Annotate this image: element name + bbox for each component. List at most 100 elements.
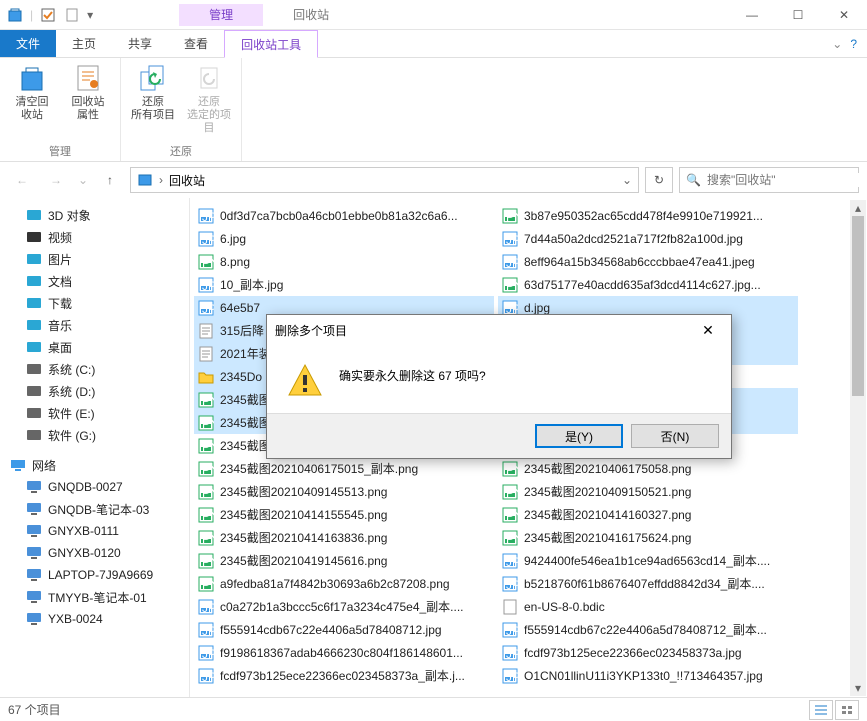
tree-network[interactable]: 网络 [0, 454, 189, 476]
file-name: 2345截图20210414163836.png [220, 529, 388, 546]
dialog-close-button[interactable]: ✕ [693, 322, 723, 339]
tree-item[interactable]: 视频 [0, 226, 189, 248]
tree-item[interactable]: 系统 (C:) [0, 358, 189, 380]
file-item[interactable]: PNG2345截图20210414163836.png [194, 526, 494, 549]
svg-text:JPG: JPG [506, 670, 518, 684]
computer-icon [26, 479, 42, 495]
minimize-button[interactable]: — [729, 0, 775, 30]
file-item[interactable]: JPG10_副本.jpg [194, 273, 494, 296]
close-button[interactable]: ✕ [821, 0, 867, 30]
tab-file[interactable]: 文件 [0, 30, 56, 57]
tree-item[interactable]: 图片 [0, 248, 189, 270]
file-item[interactable]: JPG0df3d7ca7bcb0a46cb01ebbe0b81a32c6a6..… [194, 204, 494, 227]
address-dropdown-icon[interactable]: ⌄ [622, 173, 632, 187]
png-icon: PNG [198, 415, 214, 431]
breadcrumb[interactable]: 回收站 [169, 172, 205, 189]
empty-recycle-button[interactable]: 清空回 收站 [8, 62, 56, 141]
tree-item[interactable]: 桌面 [0, 336, 189, 358]
file-item[interactable]: JPGc0a272b1a3bccc5c6f17a3234c475e4_副本...… [194, 595, 494, 618]
file-item[interactable]: JPGO1CN01llinU11i3YKP133t0_!!713464357.j… [498, 664, 798, 687]
file-name: fcdf973b125ece22366ec023458373a_副本.j... [220, 667, 465, 684]
tree-item[interactable]: 音乐 [0, 314, 189, 336]
file-item[interactable]: JPGf555914cdb67c22e4406a5d78408712_副本... [498, 618, 798, 641]
dialog-yes-button[interactable]: 是(Y) [535, 424, 623, 448]
file-item[interactable]: JPG8eff964a15b34568ab6cccbbae47ea41.jpeg [498, 250, 798, 273]
checkbox-icon[interactable] [39, 6, 57, 24]
tab-share[interactable]: 共享 [112, 30, 168, 57]
file-item[interactable]: JPGb5218760f61b8676407effdd8842d34_副本...… [498, 572, 798, 595]
view-large-icons-button[interactable] [835, 700, 859, 720]
tree-computer-item[interactable]: YXB-0024 [0, 608, 189, 630]
file-item[interactable]: PNG2345截图20210406175015_副本.png [194, 457, 494, 480]
recycle-properties-button[interactable]: 回收站 属性 [64, 62, 112, 141]
tree-item[interactable]: 文档 [0, 270, 189, 292]
tree-computer-item[interactable]: GNQDB-0027 [0, 476, 189, 498]
tree-item-label: 网络 [32, 457, 56, 474]
view-details-button[interactable] [809, 700, 833, 720]
tree-item[interactable]: 下载 [0, 292, 189, 314]
tree-computer-item[interactable]: LAPTOP-7J9A9669 [0, 564, 189, 586]
nav-back-button[interactable]: ← [8, 166, 36, 194]
file-item[interactable]: PNG2345截图20210416175624.png [498, 526, 798, 549]
address-bar[interactable]: › 回收站 ⌄ [130, 167, 639, 193]
navigation-tree[interactable]: 3D 对象视频图片文档下载音乐桌面系统 (C:)系统 (D:)软件 (E:)软件… [0, 198, 190, 697]
file-item[interactable]: JPG9424400fe546ea1b1ce94ad6563cd14_副本...… [498, 549, 798, 572]
search-input[interactable] [707, 173, 862, 187]
tree-item[interactable]: 软件 (E:) [0, 402, 189, 424]
file-item[interactable]: JPGfcdf973b125ece22366ec023458373a_副本.j.… [194, 664, 494, 687]
file-item[interactable]: PNGa9fedba81a7f4842b30693a6b2c87208.png [194, 572, 494, 595]
restore-all-button[interactable]: 还原 所有项目 [129, 62, 177, 141]
search-box[interactable]: 🔍 [679, 167, 859, 193]
file-item[interactable]: JPG6.jpg [194, 227, 494, 250]
folder-icon [26, 361, 42, 377]
file-item[interactable]: PNG2345截图20210414160327.png [498, 503, 798, 526]
tree-item[interactable]: 系统 (D:) [0, 380, 189, 402]
tab-view[interactable]: 查看 [168, 30, 224, 57]
file-item[interactable]: JPG7d44a50a2dcd2521a717f2fb82a100d.jpg [498, 227, 798, 250]
file-item[interactable]: PNG8.png [194, 250, 494, 273]
restore-selected-button[interactable]: 还原 选定的项目 [185, 62, 233, 141]
tree-item[interactable]: 3D 对象 [0, 204, 189, 226]
scroll-thumb[interactable] [852, 216, 864, 396]
file-item[interactable]: JPGf555914cdb67c22e4406a5d78408712.jpg [194, 618, 494, 641]
scroll-up-icon[interactable]: ▴ [850, 200, 866, 216]
file-item[interactable]: JPGf9198618367adab4666230c804f186148601.… [194, 641, 494, 664]
file-item[interactable]: PNG2345截图20210414155545.png [194, 503, 494, 526]
tree-computer-item[interactable]: TMYYB-笔记本-01 [0, 586, 189, 608]
dialog-no-button[interactable]: 否(N) [631, 424, 719, 448]
breadcrumb-chevron-icon[interactable]: › [159, 173, 163, 187]
tree-computer-item[interactable]: GNYXB-0120 [0, 542, 189, 564]
ribbon-collapse-icon[interactable]: ⌄ [832, 37, 842, 51]
file-item[interactable]: PNG2345截图20210406175058.png [498, 457, 798, 480]
ribbon-tabs: 文件 主页 共享 查看 回收站工具 ⌄ ? [0, 30, 867, 58]
file-name: en-US-8-0.bdic [524, 600, 605, 614]
scroll-down-icon[interactable]: ▾ [850, 680, 866, 696]
nav-forward-button[interactable]: → [42, 166, 70, 194]
tree-item[interactable]: 软件 (G:) [0, 424, 189, 446]
file-item[interactable]: en-US-8-0.bdic [498, 595, 798, 618]
tab-home[interactable]: 主页 [56, 30, 112, 57]
nav-recent-dropdown[interactable]: ⌄ [76, 166, 90, 194]
file-item[interactable]: PNG2345截图20210409145513.png [194, 480, 494, 503]
refresh-button[interactable]: ↻ [645, 167, 673, 193]
folder-icon [26, 317, 42, 333]
dialog-titlebar[interactable]: 删除多个项目 ✕ [267, 315, 731, 345]
file-item[interactable]: PNG63d75177e40acdd635af3dcd4114c627.jpg.… [498, 273, 798, 296]
maximize-button[interactable]: ☐ [775, 0, 821, 30]
file-item[interactable]: PNG2345截图20210419145616.png [194, 549, 494, 572]
qat-dropdown-icon[interactable]: ▾ [87, 8, 93, 22]
file-item[interactable]: PNG3b87e950352ac65cdd478f4e9910e719921..… [498, 204, 798, 227]
folder-icon [26, 273, 42, 289]
png-icon: PNG [198, 438, 214, 454]
tree-computer-item[interactable]: GNYXB-0111 [0, 520, 189, 542]
file-item[interactable]: JPGfcdf973b125ece22366ec023458373a.jpg [498, 641, 798, 664]
help-icon[interactable]: ? [850, 37, 857, 51]
svg-text:PNG: PNG [506, 463, 518, 477]
folder-icon [26, 207, 42, 223]
tree-computer-item[interactable]: GNQDB-笔记本-03 [0, 498, 189, 520]
vertical-scrollbar[interactable]: ▴ ▾ [850, 200, 866, 696]
properties-icon[interactable] [63, 6, 81, 24]
nav-up-button[interactable]: ↑ [96, 166, 124, 194]
file-item[interactable]: PNG2345截图20210409150521.png [498, 480, 798, 503]
tab-recycle-tools[interactable]: 回收站工具 [224, 30, 318, 58]
